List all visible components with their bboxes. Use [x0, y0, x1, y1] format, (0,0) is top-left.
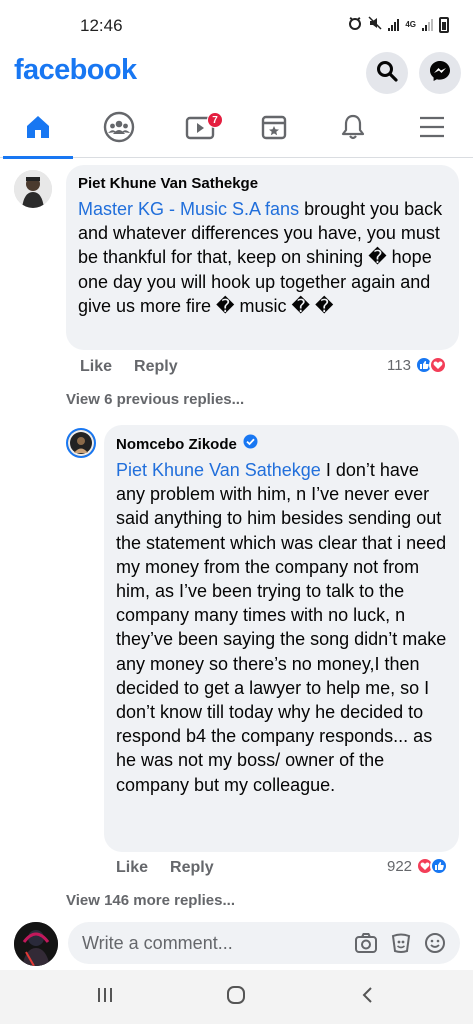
tab-menu[interactable] [397, 100, 467, 158]
comment-bubble-nomcebo[interactable]: Nomcebo Zikode Piet Khune Van Sathekge I… [104, 425, 459, 852]
comment-text: Piet Khune Van Sathekge I don’t have any… [116, 458, 447, 797]
comment-actions-nomcebo: Like Reply [116, 859, 214, 877]
like-button[interactable]: Like [116, 859, 148, 877]
like-reaction-icon [430, 857, 449, 875]
tab-groups[interactable] [84, 100, 154, 158]
comment-bubble-piet[interactable]: Piet Khune Van Sathekge Master KG - Musi… [66, 165, 459, 350]
avatar-piet[interactable] [14, 170, 52, 208]
tab-home[interactable] [3, 100, 73, 159]
status-icons: 4G [348, 16, 449, 33]
app-header: facebook [0, 48, 473, 100]
messenger-button[interactable] [419, 52, 461, 94]
alarm-icon [348, 16, 362, 33]
mute-icon [368, 16, 382, 33]
reply-button[interactable]: Reply [134, 358, 178, 376]
search-button[interactable] [366, 52, 408, 94]
comment-text: Master KG - Music S.A fans brought you b… [78, 197, 447, 318]
comment-actions-piet: Like Reply [80, 358, 178, 376]
gif-icon[interactable] [390, 932, 412, 959]
emoji-icon[interactable] [424, 932, 446, 959]
watch-badge: 7 [207, 112, 223, 128]
love-reaction-icon [428, 356, 447, 374]
comment-author[interactable]: Piet Khune Van Sathekge [78, 174, 447, 194]
reaction-count: 113 [387, 356, 411, 374]
avatar-nomcebo[interactable] [66, 428, 96, 458]
tab-notifications[interactable] [318, 100, 388, 158]
battery-icon [439, 16, 449, 33]
composer-icons [354, 932, 446, 959]
menu-icon [418, 115, 446, 144]
signal-icon [388, 18, 400, 31]
network-label: 4G [405, 19, 416, 29]
recent-apps-button[interactable] [95, 985, 115, 1010]
home-icon [24, 113, 52, 146]
comment-author[interactable]: Nomcebo Zikode [116, 435, 237, 455]
reply-button[interactable]: Reply [170, 859, 214, 877]
signal-icon-2 [422, 18, 433, 31]
marketplace-icon [260, 113, 288, 146]
reaction-count: 922 [387, 857, 413, 875]
tab-watch[interactable]: 7 [165, 100, 235, 158]
mention-link[interactable]: Piet Khune Van Sathekge [116, 460, 321, 480]
comment-composer: Write a comment... [0, 918, 473, 970]
messenger-icon [428, 59, 452, 88]
comment-author-row: Nomcebo Zikode [116, 434, 447, 455]
like-button[interactable]: Like [80, 358, 112, 376]
search-icon [376, 60, 398, 87]
view-previous-replies[interactable]: View 6 previous replies... [66, 391, 244, 408]
bell-icon [340, 113, 366, 146]
my-avatar[interactable] [14, 922, 58, 966]
view-more-replies[interactable]: View 146 more replies... [66, 892, 235, 909]
facebook-logo[interactable]: facebook [14, 54, 137, 87]
comment-body: I don’t have any problem with him, n I’v… [116, 460, 447, 795]
reactions-nomcebo[interactable]: 922 [387, 857, 449, 875]
reactions-piet[interactable]: 113 [387, 356, 447, 374]
home-button[interactable] [225, 984, 247, 1011]
groups-icon [103, 111, 135, 148]
camera-icon[interactable] [354, 932, 378, 959]
verified-badge-icon [243, 434, 258, 455]
system-nav-bar [0, 970, 473, 1024]
status-time: 12:46 [80, 16, 123, 35]
comment-input[interactable]: Write a comment... [68, 922, 460, 964]
comment-placeholder: Write a comment... [82, 933, 233, 953]
status-bar: 12:46 4G [0, 0, 473, 48]
back-button[interactable] [358, 985, 378, 1010]
tab-marketplace[interactable] [239, 100, 309, 158]
tab-bar: 7 [0, 100, 473, 159]
mention-link[interactable]: Master KG - Music S.A fans [78, 199, 299, 219]
